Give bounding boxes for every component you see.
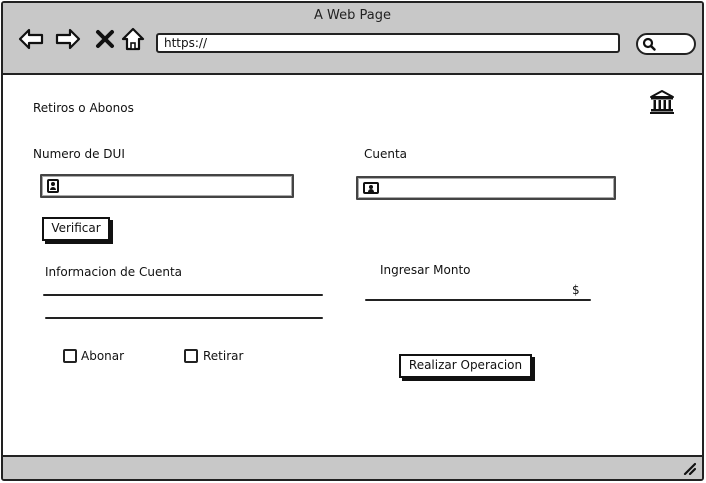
amount-input-line[interactable]: [365, 299, 591, 301]
currency-symbol: $: [572, 283, 580, 297]
cuenta-label: Cuenta: [364, 147, 408, 161]
abonar-checkbox[interactable]: [63, 349, 77, 363]
back-arrow-icon[interactable]: [17, 25, 45, 53]
page-title: Retiros o Abonos: [33, 101, 134, 115]
id-card-icon: [47, 179, 59, 193]
address-bar[interactable]: https://: [156, 33, 620, 53]
browser-window: A Web Page https:// Retiros o Abonos Num…: [1, 1, 704, 481]
search-icon: [642, 37, 656, 51]
cuenta-input[interactable]: [356, 176, 616, 200]
verify-button[interactable]: Verificar: [42, 217, 110, 241]
submit-operation-button[interactable]: Realizar Operacion: [399, 354, 532, 378]
account-info-line-2: [45, 317, 323, 319]
dui-label: Numero de DUI: [33, 147, 125, 161]
retirar-checkbox[interactable]: [184, 349, 198, 363]
id-card-icon: [363, 182, 379, 194]
home-icon[interactable]: [119, 25, 147, 53]
account-info-line-1: [43, 294, 323, 296]
resize-grip-icon[interactable]: [682, 461, 696, 475]
search-field[interactable]: [636, 33, 696, 55]
amount-label: Ingresar Monto: [380, 263, 471, 277]
retirar-label: Retirar: [203, 349, 244, 363]
dui-input[interactable]: [40, 174, 294, 198]
close-icon[interactable]: [91, 25, 119, 53]
window-title: A Web Page: [314, 8, 391, 23]
status-bar: [3, 455, 702, 479]
forward-arrow-icon[interactable]: [54, 25, 82, 53]
browser-toolbar: A Web Page https://: [3, 3, 702, 75]
account-info-label: Informacion de Cuenta: [45, 265, 183, 279]
bank-icon: [650, 90, 674, 114]
abonar-label: Abonar: [81, 349, 125, 363]
